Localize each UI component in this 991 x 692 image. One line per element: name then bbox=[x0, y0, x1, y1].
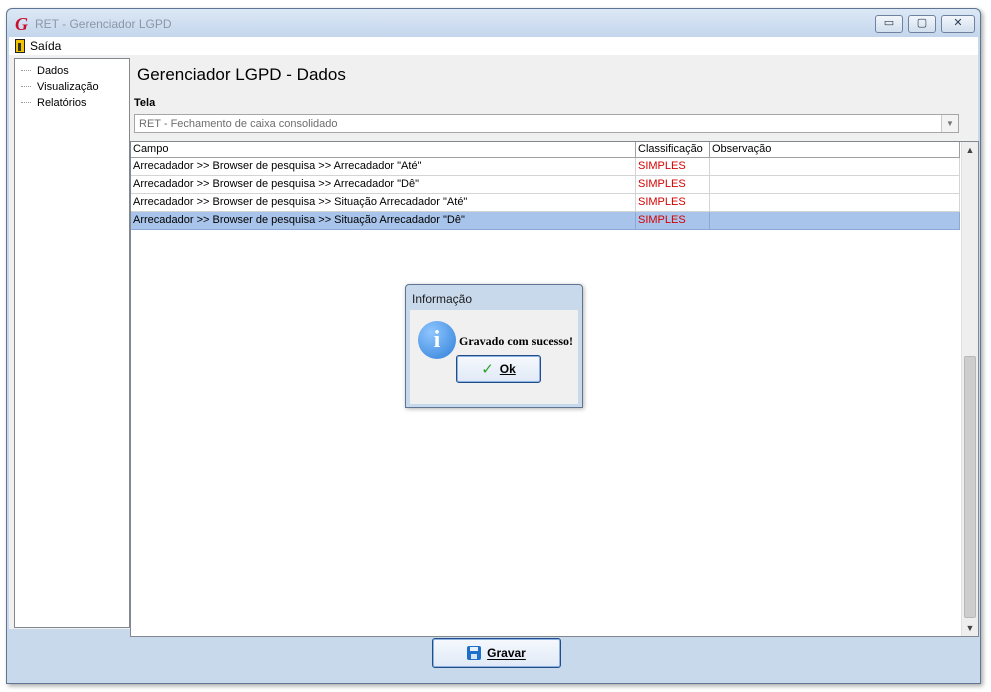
column-header-classificacao[interactable]: Classificação bbox=[636, 142, 710, 158]
table-row-selected[interactable]: Arrecadador >> Browser de pesquisa >> Si… bbox=[131, 212, 960, 230]
cell-classificacao[interactable]: SIMPLES bbox=[636, 194, 710, 212]
minimize-button[interactable]: ▭ bbox=[875, 15, 903, 33]
tree-item-relatorios[interactable]: Relatórios bbox=[21, 95, 87, 110]
dialog-message: Gravado com sucesso! bbox=[459, 334, 573, 348]
app-logo-icon: G bbox=[15, 14, 28, 34]
checkmark-icon: ✓ bbox=[481, 361, 494, 378]
dialog-title: Informação bbox=[412, 292, 473, 306]
column-header-campo[interactable]: Campo bbox=[131, 142, 636, 158]
table-row[interactable]: Arrecadador >> Browser de pesquisa >> Si… bbox=[131, 194, 960, 212]
cell-campo[interactable]: Arrecadador >> Browser de pesquisa >> Ar… bbox=[131, 158, 636, 176]
cell-campo[interactable]: Arrecadador >> Browser de pesquisa >> Si… bbox=[131, 194, 636, 212]
information-dialog: Informação i Gravado com sucesso! ✓ Ok bbox=[405, 284, 583, 408]
save-button-label: Gravar bbox=[487, 646, 526, 660]
tree-item-label: Visualização bbox=[37, 80, 99, 93]
ok-button[interactable]: ✓ Ok bbox=[456, 355, 541, 383]
grid-header: Campo Classificação Observação bbox=[131, 142, 960, 158]
floppy-disk-icon bbox=[467, 646, 482, 660]
close-button[interactable]: ✕ bbox=[941, 15, 975, 33]
save-button[interactable]: Gravar bbox=[432, 638, 561, 668]
grid-vertical-scrollbar[interactable]: ▲ ▼ bbox=[961, 142, 978, 636]
tela-dropdown-value: RET - Fechamento de caixa consolidado bbox=[139, 118, 338, 130]
cell-campo[interactable]: Arrecadador >> Browser de pesquisa >> Ar… bbox=[131, 176, 636, 194]
cell-observacao[interactable] bbox=[710, 212, 960, 230]
maximize-button[interactable]: ▢ bbox=[908, 15, 936, 33]
ok-button-label: Ok bbox=[499, 362, 516, 376]
tree-item-label: Dados bbox=[37, 64, 69, 77]
door-exit-icon bbox=[15, 39, 25, 53]
cell-campo[interactable]: Arrecadador >> Browser de pesquisa >> Si… bbox=[131, 212, 636, 230]
column-header-observacao[interactable]: Observação bbox=[710, 142, 960, 158]
tree-item-dados[interactable]: Dados bbox=[21, 63, 69, 78]
tela-label: Tela bbox=[134, 97, 156, 109]
table-row[interactable]: Arrecadador >> Browser de pesquisa >> Ar… bbox=[131, 158, 960, 176]
cell-classificacao[interactable]: SIMPLES bbox=[636, 158, 710, 176]
cell-observacao[interactable] bbox=[710, 176, 960, 194]
scroll-down-icon[interactable]: ▼ bbox=[962, 620, 978, 636]
title-bar[interactable]: G RET - Gerenciador LGPD ▭ ▢ ✕ bbox=[7, 9, 980, 37]
tela-dropdown[interactable]: RET - Fechamento de caixa consolidado ▼ bbox=[134, 114, 959, 133]
cell-observacao[interactable] bbox=[710, 158, 960, 176]
cell-classificacao[interactable]: SIMPLES bbox=[636, 212, 710, 230]
tree-item-label: Relatórios bbox=[37, 96, 87, 109]
scroll-up-icon[interactable]: ▲ bbox=[962, 142, 978, 158]
menu-item-exit-label: Saída bbox=[30, 39, 62, 53]
cell-classificacao[interactable]: SIMPLES bbox=[636, 176, 710, 194]
page-title: Gerenciador LGPD - Dados bbox=[137, 65, 346, 84]
info-icon: i bbox=[418, 321, 456, 359]
window-title: RET - Gerenciador LGPD bbox=[35, 17, 172, 31]
tree-item-visualizacao[interactable]: Visualização bbox=[21, 79, 99, 94]
chevron-down-icon[interactable]: ▼ bbox=[941, 115, 958, 132]
scrollbar-thumb[interactable] bbox=[964, 356, 976, 618]
cell-observacao[interactable] bbox=[710, 194, 960, 212]
menu-bar: Saída bbox=[9, 37, 978, 55]
navigation-tree: Dados Visualização Relatórios bbox=[14, 58, 130, 628]
table-row[interactable]: Arrecadador >> Browser de pesquisa >> Ar… bbox=[131, 176, 960, 194]
menu-item-exit[interactable]: Saída bbox=[15, 38, 61, 54]
dialog-body: i Gravado com sucesso! ✓ Ok bbox=[410, 310, 578, 404]
